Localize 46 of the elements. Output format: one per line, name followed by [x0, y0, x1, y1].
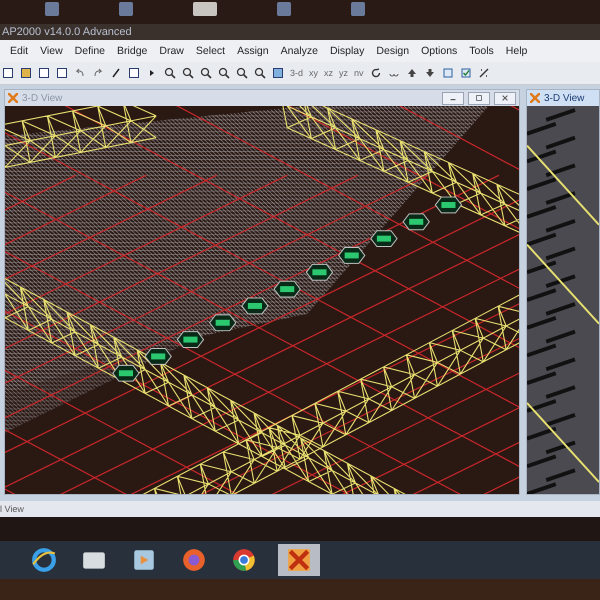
maximize-button[interactable] — [468, 92, 490, 104]
menu-item[interactable]: Options — [421, 45, 458, 57]
grid-icon[interactable] — [272, 67, 284, 79]
menu-item[interactable]: Assign — [237, 45, 269, 57]
menu-item[interactable]: View — [40, 45, 63, 57]
percent-icon[interactable] — [478, 67, 490, 79]
file-icon[interactable] — [2, 67, 14, 79]
zoom-icon[interactable] — [236, 67, 248, 79]
window-title: 3-D View — [22, 92, 62, 104]
menu-item[interactable]: Analyze — [280, 45, 318, 57]
up-icon[interactable] — [406, 67, 418, 79]
menu-item[interactable]: Tools — [469, 45, 494, 57]
status-text: l View — [0, 504, 24, 514]
close-button[interactable] — [494, 92, 516, 104]
check-icon[interactable] — [460, 67, 472, 79]
view-button[interactable]: yz — [339, 68, 348, 78]
folder-icon[interactable] — [20, 67, 32, 79]
menu-item[interactable]: Define — [74, 45, 106, 57]
menu-item[interactable]: Draw — [159, 45, 184, 57]
menu-item[interactable]: Bridge — [117, 45, 148, 57]
menu-item[interactable]: Display — [330, 45, 364, 57]
undo-icon[interactable] — [74, 67, 86, 79]
pencil-icon[interactable] — [110, 67, 122, 79]
app-icon — [530, 93, 540, 103]
window-title: 3-D View — [544, 92, 584, 104]
view-button[interactable]: xz — [324, 68, 334, 78]
maximize-icon — [475, 94, 483, 102]
menu-item[interactable]: Select — [196, 45, 226, 57]
down-icon[interactable] — [424, 67, 436, 79]
close-icon — [501, 94, 509, 102]
redo-icon[interactable] — [92, 67, 104, 79]
app-icon — [8, 93, 18, 103]
zoom-icon[interactable] — [182, 67, 194, 79]
view-button[interactable]: 3-d — [290, 68, 304, 78]
view-button[interactable]: nv — [354, 68, 364, 78]
zoom-icon[interactable] — [200, 67, 212, 79]
app-icon[interactable] — [278, 544, 320, 576]
menu-item[interactable]: Edit — [10, 45, 28, 57]
select-icon[interactable] — [442, 67, 454, 79]
window-title: AP2000 v14.0.0 Advanced — [2, 26, 132, 38]
menu-item[interactable]: Help — [506, 45, 528, 57]
view-button[interactable]: xy — [309, 68, 318, 78]
refresh-icon[interactable] — [370, 67, 382, 79]
zoom-icon[interactable] — [254, 67, 266, 79]
zoom-icon[interactable] — [218, 67, 230, 79]
menu-item[interactable]: Design — [376, 45, 410, 57]
